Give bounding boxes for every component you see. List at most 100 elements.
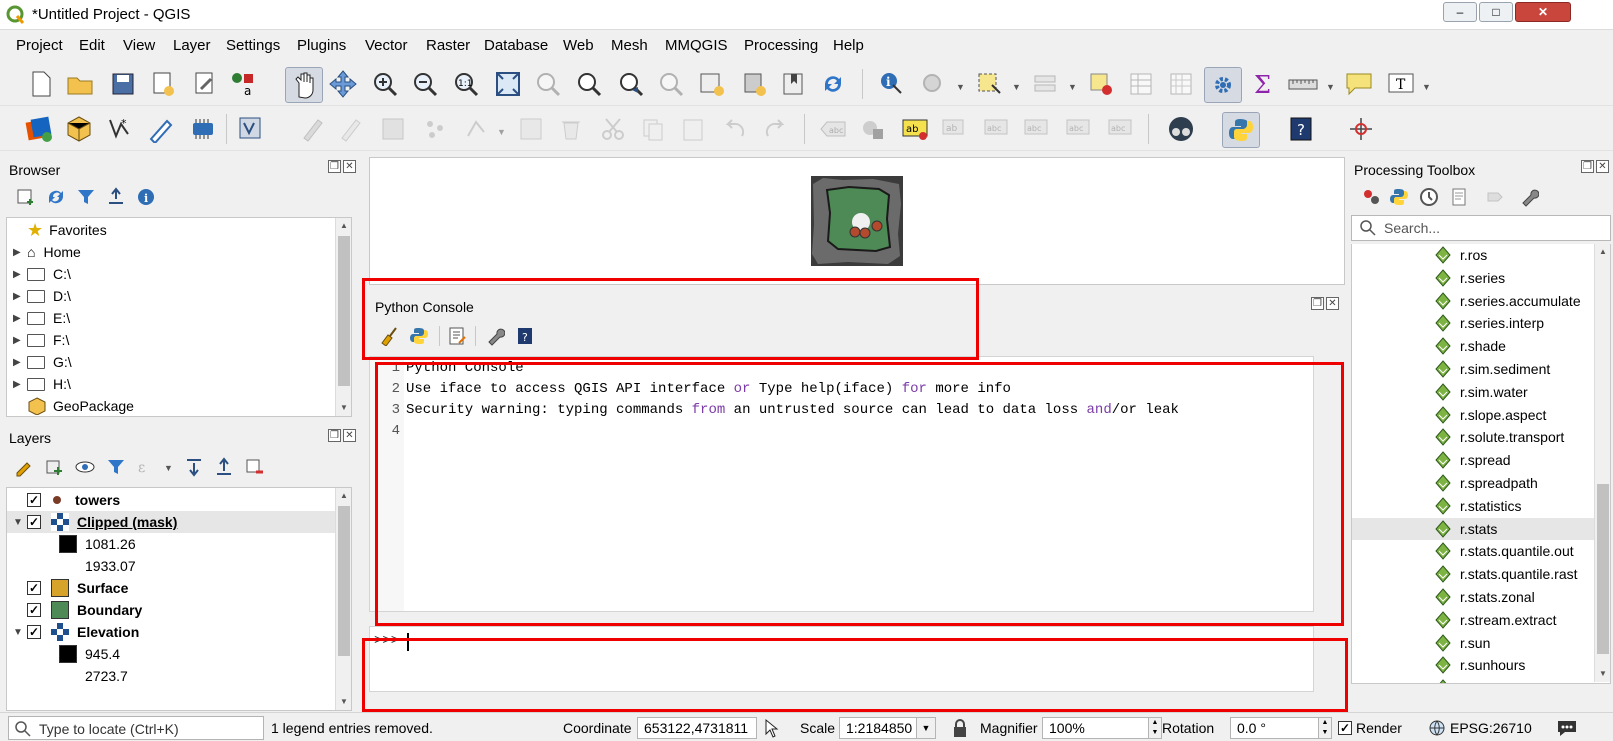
browser-item-geopackage[interactable]: GeoPackage — [13, 395, 134, 416]
layer-visibility-checkbox[interactable]: ✓ — [27, 603, 41, 617]
refresh-icon[interactable] — [46, 187, 66, 207]
refresh-icon[interactable] — [818, 69, 848, 99]
processing-scrollbar[interactable]: ▲ ▼ — [1594, 244, 1610, 682]
filter-legend-icon[interactable] — [106, 457, 126, 477]
chevron-right-icon[interactable]: ▶ — [13, 247, 27, 258]
options-wrench-icon[interactable] — [1519, 187, 1539, 207]
add-point-icon[interactable] — [420, 114, 450, 144]
data-source-manager-icon[interactable] — [24, 114, 54, 144]
new-virtual-layer-icon[interactable] — [188, 114, 218, 144]
paste-features-icon[interactable] — [678, 114, 708, 144]
processing-algorithm-item[interactable]: r.stats.quantile.out — [1352, 540, 1595, 562]
scale-field[interactable]: 1:2184850 — [839, 717, 917, 739]
toggle-extents-mouse-icon[interactable] — [762, 718, 784, 738]
chevron-down-icon[interactable]: ▼ — [497, 127, 506, 137]
move-label-icon[interactable]: abc — [1022, 114, 1052, 144]
run-feature-action-icon[interactable] — [918, 69, 948, 99]
processing-algorithm-item[interactable]: r.solute.transport — [1352, 426, 1595, 448]
magnifier-field[interactable]: 100% — [1042, 717, 1150, 739]
pan-to-selection-icon[interactable] — [328, 69, 358, 99]
console-input[interactable]: >>> — [369, 626, 1314, 692]
zoom-native-icon[interactable]: 1:1 — [451, 69, 481, 99]
undo-icon[interactable] — [720, 114, 750, 144]
processing-algorithm-item[interactable]: r.series.interp — [1352, 312, 1595, 334]
menu-plugins[interactable]: Plugins — [297, 37, 346, 54]
zoom-to-selection-icon[interactable] — [533, 69, 563, 99]
toggle-editing-icon[interactable] — [298, 114, 328, 144]
coordinate-field[interactable]: 653122,4731811 — [637, 717, 757, 739]
menu-settings[interactable]: Settings — [226, 37, 280, 54]
zoom-last-icon[interactable] — [616, 69, 646, 99]
new-shapefile-layer-icon[interactable]: * — [106, 114, 136, 144]
zoom-in-icon[interactable] — [370, 69, 400, 99]
processing-algorithm-item[interactable]: r.stats — [1352, 517, 1595, 540]
layout-manager-icon[interactable] — [190, 69, 220, 99]
processing-algorithm-item[interactable]: r.spread — [1352, 449, 1595, 471]
menu-project[interactable]: Project — [16, 37, 63, 54]
browser-item-f[interactable]: ▶ F:\ — [13, 329, 69, 351]
crs-label[interactable]: EPSG:26710 — [1450, 720, 1532, 736]
browser-item-home[interactable]: ▶ ⌂ Home — [13, 241, 81, 263]
menu-raster[interactable]: Raster — [426, 37, 470, 54]
layer-item-boundary[interactable]: ✓ Boundary — [13, 599, 142, 621]
globe-icon[interactable] — [1428, 719, 1446, 737]
pin-labels-icon[interactable]: ab — [940, 114, 970, 144]
python-console-icon[interactable] — [1222, 112, 1260, 148]
show-hide-labels-icon[interactable]: abc — [982, 114, 1012, 144]
processing-algorithm-item[interactable]: r.series — [1352, 267, 1595, 289]
expand-all-icon[interactable] — [184, 457, 204, 477]
browser-item-favorites[interactable]: ★ Favorites — [13, 219, 107, 241]
close-panel-icon[interactable]: ✕ — [1326, 297, 1339, 310]
processing-algorithm-item[interactable]: r.sun — [1352, 632, 1595, 654]
processing-algorithm-item[interactable]: r.shade — [1352, 335, 1595, 357]
rotation-spinner[interactable]: ▲ ▼ — [1318, 717, 1332, 739]
browser-item-c[interactable]: ▶ C:\ — [13, 263, 71, 285]
style-manager-icon[interactable]: a — [228, 69, 258, 99]
add-group-icon[interactable] — [44, 457, 64, 477]
float-panel-icon[interactable]: ❐ — [328, 160, 341, 173]
show-bookmarks-icon[interactable] — [779, 69, 809, 99]
vertex-tool-icon[interactable] — [462, 114, 492, 144]
chevron-right-icon[interactable]: ▶ — [13, 357, 27, 368]
maximize-button[interactable]: □ — [1479, 2, 1513, 22]
clear-console-icon[interactable] — [379, 326, 399, 346]
chevron-right-icon[interactable]: ▶ — [13, 379, 27, 390]
browser-item-d[interactable]: ▶ D:\ — [13, 285, 71, 307]
processing-algorithm-item[interactable]: r.sunhours — [1352, 654, 1595, 676]
edit-features-in-place-icon[interactable] — [1485, 187, 1505, 207]
scripts-python-icon[interactable] — [1389, 187, 1409, 207]
messages-icon[interactable] — [1556, 718, 1578, 738]
browser-item-e[interactable]: ▶ E:\ — [13, 307, 70, 329]
current-edits-icon[interactable] — [236, 114, 266, 144]
chevron-right-icon[interactable]: ▶ — [13, 291, 27, 302]
layer-diagram-options-icon[interactable] — [858, 114, 888, 144]
open-project-icon[interactable] — [66, 69, 96, 99]
help-contents-icon[interactable]: ? — [1286, 114, 1316, 144]
models-icon[interactable] — [1361, 187, 1381, 207]
layer-item-clipped-mask[interactable]: ▼ ✓ Clipped (mask) — [7, 511, 335, 533]
open-field-calculator-icon[interactable] — [1166, 69, 1196, 99]
menu-web[interactable]: Web — [563, 37, 594, 54]
zoom-out-icon[interactable] — [410, 69, 440, 99]
render-checkbox[interactable]: ✓ — [1338, 721, 1352, 735]
chevron-down-icon[interactable]: ▼ — [13, 627, 27, 638]
filter-browser-icon[interactable] — [76, 187, 96, 207]
layers-scrollbar[interactable]: ▲ ▼ — [335, 488, 351, 710]
deselect-all-icon[interactable] — [1086, 69, 1116, 99]
properties-info-icon[interactable]: i — [136, 187, 156, 207]
float-panel-icon[interactable]: ❐ — [1581, 160, 1594, 173]
locate-search-input[interactable]: Type to locate (Ctrl+K) — [8, 716, 264, 740]
processing-algorithm-item[interactable]: r.statistics — [1352, 495, 1595, 517]
measure-line-icon[interactable] — [1288, 69, 1318, 99]
coordinate-capture-icon[interactable] — [1346, 114, 1376, 144]
chevron-right-icon[interactable]: ▶ — [13, 269, 27, 280]
chevron-down-icon[interactable]: ▼ — [1326, 82, 1335, 92]
qgis-resource-sharing-icon[interactable] — [1166, 114, 1196, 144]
browser-item-g[interactable]: ▶ G:\ — [13, 351, 72, 373]
manage-map-themes-icon[interactable] — [74, 457, 96, 477]
rotation-field[interactable]: 0.0 ° — [1230, 717, 1320, 739]
menu-view[interactable]: View — [123, 37, 155, 54]
processing-algorithm-item[interactable]: r.sunmask.datetime — [1352, 677, 1595, 683]
menu-mesh[interactable]: Mesh — [611, 37, 648, 54]
layer-visibility-checkbox[interactable]: ✓ — [27, 493, 41, 507]
